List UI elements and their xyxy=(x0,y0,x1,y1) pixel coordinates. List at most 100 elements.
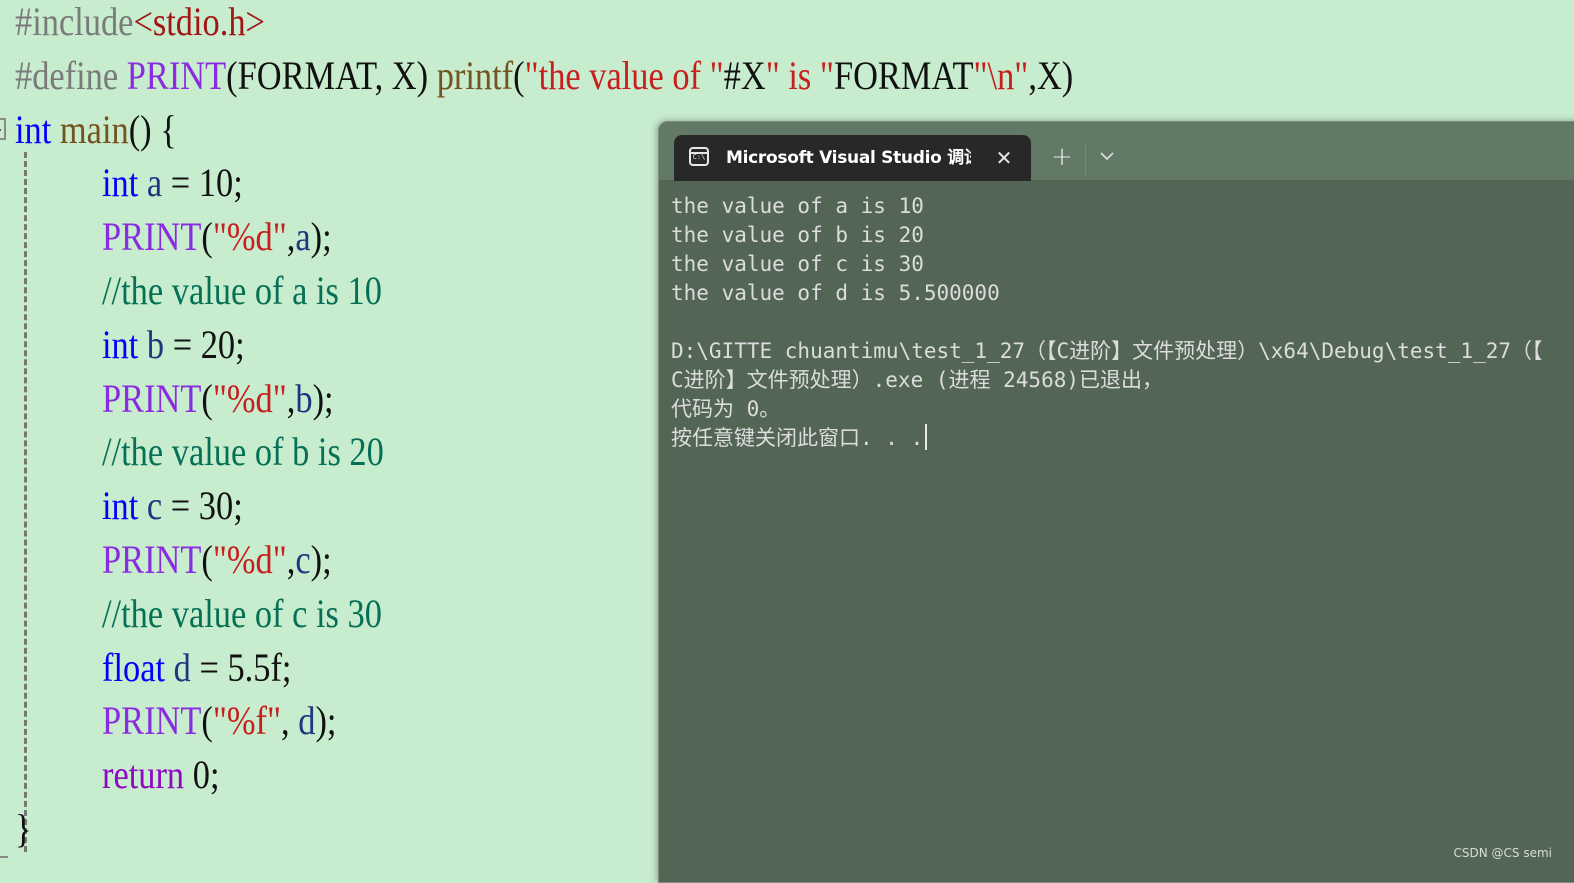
tab-title: Microsoft Visual Studio 调试控制台 xyxy=(726,148,971,168)
code-token: = 10; xyxy=(162,160,243,206)
code-token: ); xyxy=(312,375,334,421)
code-token: "%d" xyxy=(212,375,287,421)
code-token: a xyxy=(295,214,311,260)
collapse-toggle-icon[interactable] xyxy=(0,118,6,140)
code-line[interactable]: int a = 10; xyxy=(102,156,243,210)
code-token: <stdio.h> xyxy=(133,0,265,44)
code-token: = 30; xyxy=(162,483,243,529)
code-line[interactable]: int b = 20; xyxy=(102,318,245,372)
code-token: , xyxy=(286,214,296,260)
code-token: } xyxy=(15,806,32,851)
code-line[interactable]: //the value of a is 10 xyxy=(102,264,382,318)
code-token: #include xyxy=(15,0,134,44)
console-icon: C:\ xyxy=(689,147,709,166)
indent-guide xyxy=(24,152,27,852)
console-line: the value of c is 30 xyxy=(671,250,1574,279)
console-line-text: the value of d is 5.500000 xyxy=(671,281,1000,305)
text-cursor xyxy=(925,424,928,450)
code-token: ( xyxy=(201,698,213,744)
code-token: ( xyxy=(201,214,213,260)
code-token: PRINT xyxy=(102,698,202,744)
code-token: ); xyxy=(310,537,332,582)
tab-debug-console[interactable]: C:\ Microsoft Visual Studio 调试控制台 ✕ xyxy=(674,135,1031,181)
console-line-text: 按任意键关闭此窗口. . . xyxy=(671,426,924,450)
code-line[interactable]: int main() { xyxy=(15,103,177,157)
code-line[interactable]: PRINT("%d",b); xyxy=(102,372,334,426)
code-token: //the value of a is 10 xyxy=(102,268,382,313)
code-token: 0; xyxy=(184,752,220,798)
console-line: C进阶】文件预处理）.exe (进程 24568)已退出， xyxy=(671,366,1574,395)
code-line[interactable]: PRINT("%f", d); xyxy=(102,694,336,748)
code-token: ); xyxy=(310,214,332,260)
console-line-text: 代码为 0。 xyxy=(671,397,781,421)
code-token: = 5.5f; xyxy=(190,644,292,690)
console-line-text: the value of b is 20 xyxy=(671,223,924,247)
code-token: "%d" xyxy=(212,537,287,582)
code-token: c xyxy=(146,483,163,529)
code-line[interactable]: } xyxy=(15,802,32,856)
new-tab-button[interactable]: + xyxy=(1049,144,1075,170)
console-line-text: C进阶】文件预处理）.exe (进程 24568)已退出， xyxy=(671,368,1164,392)
code-line[interactable]: //the value of b is 20 xyxy=(102,425,384,479)
code-token: , xyxy=(286,375,296,421)
code-token: main xyxy=(59,106,129,152)
code-token: PRINT xyxy=(102,375,202,421)
code-token: " is " xyxy=(765,52,834,98)
code-token: () { xyxy=(128,106,177,152)
code-token: , xyxy=(281,698,299,744)
code-token: PRINT xyxy=(102,537,202,582)
code-token: b xyxy=(146,321,165,367)
code-line[interactable]: #include<stdio.h> xyxy=(15,0,265,49)
code-line[interactable]: PRINT("%d",a); xyxy=(102,210,332,264)
code-line[interactable]: int c = 30; xyxy=(102,479,243,533)
code-line[interactable]: PRINT("%d",c); xyxy=(102,533,332,587)
code-token: return xyxy=(102,752,185,798)
tab-separator xyxy=(1085,142,1086,176)
code-line[interactable]: return 0; xyxy=(102,748,220,802)
console-line: the value of a is 10 xyxy=(671,192,1574,221)
code-token: , xyxy=(286,537,296,582)
code-token: "%f" xyxy=(212,698,282,744)
code-token: "the value of " xyxy=(524,52,724,98)
code-token: c xyxy=(295,537,311,582)
code-token: int xyxy=(102,321,139,367)
code-token: int xyxy=(15,106,52,152)
code-token: d xyxy=(298,698,316,744)
console-line-text: the value of a is 10 xyxy=(671,194,924,218)
code-token: (FORMAT, X) xyxy=(226,52,437,98)
chevron-down-icon[interactable] xyxy=(1097,144,1117,168)
code-token: ,X) xyxy=(1028,52,1074,98)
console-line: 代码为 0。 xyxy=(671,395,1574,424)
code-token: = 20; xyxy=(164,321,245,367)
code-token: int xyxy=(102,483,139,529)
console-line: the value of b is 20 xyxy=(671,221,1574,250)
code-token: d xyxy=(173,644,191,690)
code-line[interactable]: //the value of c is 30 xyxy=(102,587,382,641)
code-token: "\n" xyxy=(973,52,1029,98)
console-line: D:\GITTE chuantimu\test_1_27（【C进阶】文件预处理）… xyxy=(671,337,1574,366)
code-token: PRINT xyxy=(126,52,227,98)
code-token: int xyxy=(102,160,139,206)
code-token: //the value of b is 20 xyxy=(102,429,384,475)
code-token: #X xyxy=(723,52,766,98)
code-token: ( xyxy=(513,52,525,98)
code-token: ); xyxy=(315,698,337,744)
console-output[interactable]: the value of a is 10 the value of b is 20… xyxy=(671,192,1574,882)
close-icon[interactable]: ✕ xyxy=(992,146,1016,170)
code-line[interactable]: float d = 5.5f; xyxy=(102,641,291,695)
console-line: 按任意键关闭此窗口. . . xyxy=(671,424,1574,453)
terminal-tab-bar: C:\ Microsoft Visual Studio 调试控制台 ✕ + xyxy=(659,122,1574,181)
console-line-text: the value of c is 30 xyxy=(671,252,924,276)
debug-console-window[interactable]: C:\ Microsoft Visual Studio 调试控制台 ✕ + th… xyxy=(658,121,1574,883)
code-token: a xyxy=(146,160,163,206)
code-token: ( xyxy=(201,375,213,421)
code-token: "%d" xyxy=(212,214,287,260)
code-token: PRINT xyxy=(102,214,202,260)
code-line[interactable]: #define PRINT(FORMAT, X) printf("the val… xyxy=(15,49,1073,103)
